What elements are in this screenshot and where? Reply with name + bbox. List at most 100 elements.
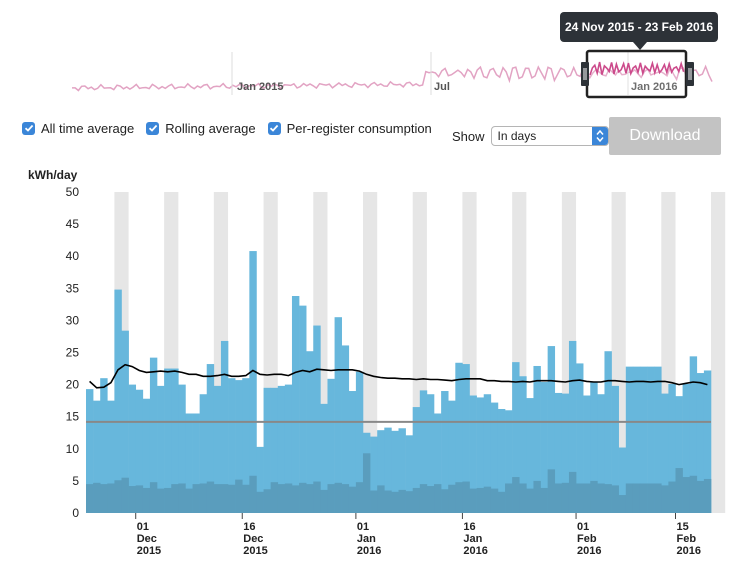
register-bar [142,487,151,513]
register-bar [341,484,350,513]
register-bar [618,495,627,513]
navigator-left-handle [581,62,589,86]
x-tick-label: 2016 [463,545,487,557]
register-bar [135,485,144,513]
register-bar [547,469,556,513]
navigator-right-handle [686,62,694,86]
show-control: Show In days [452,126,609,146]
register-bar [157,488,165,513]
x-tick-label: 01 [357,521,369,533]
x-tick-label: 15 [676,521,688,533]
navigator[interactable]: Jan 2015JulJan 2016 24 Nov 2015 - 23 Feb… [0,0,742,110]
rolling-average-label: Rolling average [165,120,256,136]
register-bar [291,485,300,513]
register-bar [100,484,108,513]
y-tick-label: 15 [66,410,80,424]
register-bar [320,489,328,513]
register-bar [426,486,435,513]
consumption-bar [114,289,122,513]
register-bar [306,484,314,513]
x-tick-label: 16 [463,521,475,533]
register-bar [107,483,115,513]
register-bar [185,488,193,513]
x-tick-label: 2016 [676,545,700,557]
register-bar [689,475,698,513]
register-bar [540,487,548,513]
checkbox-checked-icon[interactable] [267,121,281,135]
register-bar [164,487,172,513]
x-tick-label: 16 [243,521,255,533]
register-bar [682,477,690,513]
consumption-bar [299,305,307,513]
download-button[interactable]: Download [609,117,721,155]
x-tick-label: 2015 [137,545,161,557]
register-bar [497,491,506,513]
y-tick-label: 50 [66,185,80,199]
register-bar [554,483,563,513]
x-tick-label: 01 [577,521,589,533]
register-bar [611,485,619,513]
register-bar [625,483,634,513]
register-bar [277,484,286,513]
register-bar [398,489,406,513]
register-bar [93,482,101,513]
register-bar [370,490,378,513]
register-bar [519,483,527,513]
checkbox-checked-icon[interactable] [22,121,35,135]
x-tick-label: Feb [577,533,597,545]
register-bar [263,489,271,513]
register-bar [149,482,158,513]
nav-label-jan-2015: Jan 2015 [237,81,283,93]
register-bar [419,484,428,513]
register-bar [256,491,264,513]
y-tick-label: 25 [66,346,80,360]
y-tick-label: 40 [66,249,80,263]
granularity-select[interactable]: In days [490,126,609,146]
consumption-chart: 0510152025303540455001Dec201516Dec201501… [66,185,726,557]
register-bar [703,478,712,513]
register-bar [505,483,513,513]
register-bar [597,483,605,513]
register-bar [434,484,442,513]
register-bar [362,453,371,513]
nav-label-jul: Jul [434,81,450,93]
register-bar [583,483,591,513]
register-bar [114,480,122,513]
show-label: Show [452,128,485,144]
per-register-consumption-checkbox[interactable]: Per-register consumption [267,120,432,136]
select-updown-icon[interactable] [591,127,608,145]
rolling-average-checkbox[interactable]: Rolling average [146,120,256,136]
y-tick-label: 35 [66,281,80,295]
per-register-consumption-label: Per-register consumption [286,120,432,136]
register-bar [568,471,577,513]
consumption-bar [249,251,257,513]
register-bar [348,486,357,513]
register-bar [476,487,485,513]
register-bar [242,484,250,513]
register-bar [483,486,492,513]
register-bar [512,477,520,513]
register-bar [696,480,705,513]
checkbox-checked-icon[interactable] [146,121,160,135]
register-bar [313,481,321,513]
register-bar [199,483,208,513]
all-time-average-checkbox[interactable]: All time average [22,121,134,136]
x-tick-label: Jan [357,533,376,545]
weekend-band [711,192,726,513]
register-bar [455,482,463,513]
x-tick-label: 01 [137,521,149,533]
y-tick-label: 45 [66,217,80,231]
register-bar [384,490,392,513]
register-bar [213,484,222,513]
register-bar [235,479,243,513]
register-bar [220,484,229,513]
register-bar [228,484,236,513]
register-bar [86,484,94,513]
x-tick-label: Dec [243,533,263,545]
register-bar [178,483,186,513]
register-bar [647,483,655,513]
x-tick-label: 2016 [357,545,381,557]
register-bar [675,468,683,513]
register-bar [128,486,137,513]
register-bar [377,485,385,513]
